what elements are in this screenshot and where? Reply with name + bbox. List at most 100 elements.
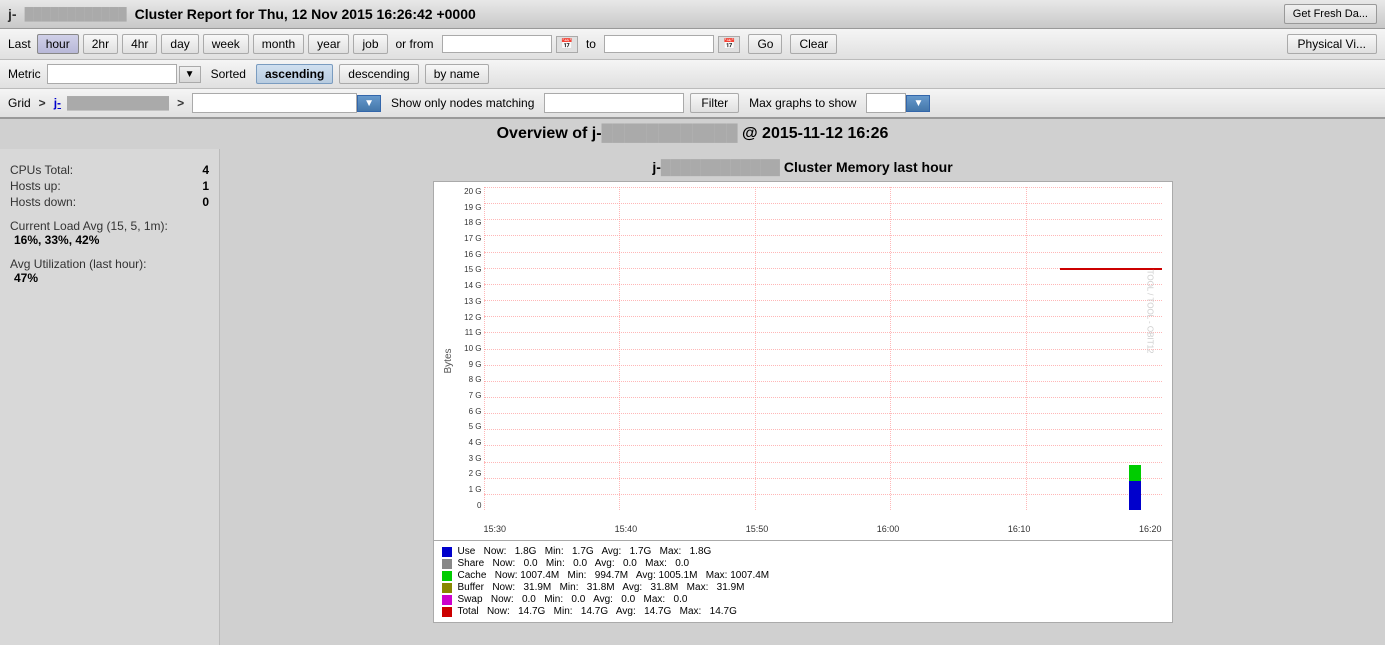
legend-use-text: Use Now: 1.8G Min: 1.7G Avg: 1.7G Max: 1… xyxy=(458,546,712,557)
x-label-1550: 15:50 xyxy=(746,524,769,534)
metric-dropdown-button[interactable]: ▼ xyxy=(179,66,201,83)
legend-swap-text: Swap Now: 0.0 Min: 0.0 Avg: 0.0 Max: 0.0 xyxy=(458,594,688,605)
header: j- ████████████ Cluster Report for Thu, … xyxy=(0,0,1385,29)
sorted-label: Sorted xyxy=(211,67,246,81)
get-fresh-button[interactable]: Get Fresh Da... xyxy=(1284,4,1377,24)
grid-v-1 xyxy=(619,187,620,510)
watermark: TOOL / TOOL - OBIT12 xyxy=(1145,269,1154,353)
chart-title: j-████████████ Cluster Memory last hour xyxy=(652,159,952,175)
to-label: to xyxy=(586,37,596,51)
sort-ascending-button[interactable]: ascending xyxy=(256,64,333,84)
metric-select-wrap: load_one ▼ xyxy=(47,64,201,84)
x-label-1540: 15:40 xyxy=(615,524,638,534)
legend-total-color xyxy=(442,607,452,617)
avg-util-value: 47% xyxy=(10,271,209,285)
toolbar-time: Last hour 2hr 4hr day week month year jo… xyxy=(0,29,1385,60)
legend-share-color xyxy=(442,559,452,569)
legend-swap: Swap Now: 0.0 Min: 0.0 Avg: 0.0 Max: 0.0 xyxy=(442,594,1164,605)
legend-total-text: Total Now: 14.7G Min: 14.7G Avg: 14.7G M… xyxy=(458,606,737,617)
grid-h-11 xyxy=(484,365,1162,366)
max-select-input[interactable]: all xyxy=(866,93,906,113)
grid-label: Grid xyxy=(8,96,31,110)
hosts-up-stat: Hosts up: 1 xyxy=(10,179,209,193)
to-date-input[interactable] xyxy=(604,35,714,53)
max-dropdown-button[interactable]: ▼ xyxy=(906,95,930,112)
filter-input[interactable] xyxy=(544,93,684,113)
stats-panel: CPUs Total: 4 Hosts up: 1 Hosts down: 0 … xyxy=(0,149,220,645)
filter-label: Show only nodes matching xyxy=(391,96,534,110)
time-btn-4hr[interactable]: 4hr xyxy=(122,34,157,54)
time-btn-2hr[interactable]: 2hr xyxy=(83,34,118,54)
avg-util-section: Avg Utilization (last hour): 47% xyxy=(10,257,209,285)
grid-link[interactable]: j- xyxy=(54,96,61,110)
node-select-wrap: --Choose a Node ▼ xyxy=(192,93,381,113)
x-axis: 15:30 15:40 15:50 16:00 16:10 16:20 xyxy=(484,524,1162,534)
or-from-label: or from xyxy=(396,37,434,51)
legend-cache-text: Cache Now: 1007.4M Min: 994.7M Avg: 1005… xyxy=(458,570,770,581)
grid-h-0 xyxy=(484,187,1162,188)
legend-share-text: Share Now: 0.0 Min: 0.0 Avg: 0.0 Max: 0.… xyxy=(458,558,690,569)
logo: j- xyxy=(8,6,17,22)
sort-byname-button[interactable]: by name xyxy=(425,64,489,84)
grid-h-14 xyxy=(484,413,1162,414)
chart-container: Bytes 20 G 19 G 18 G 17 G 16 G 15 G 14 G… xyxy=(433,181,1173,541)
y-axis: 20 G 19 G 18 G 17 G 16 G 15 G 14 G 13 G … xyxy=(434,182,484,510)
bar-cache xyxy=(1129,465,1141,481)
node-select-input[interactable]: --Choose a Node xyxy=(192,93,357,113)
time-btn-week[interactable]: week xyxy=(203,34,249,54)
time-btn-day[interactable]: day xyxy=(161,34,198,54)
overview-header: Overview of j-████████████ @ 2015-11-12 … xyxy=(0,119,1385,149)
legend-buffer-text: Buffer Now: 31.9M Min: 31.8M Avg: 31.8M … xyxy=(458,582,745,593)
grid-v-2 xyxy=(755,187,756,510)
chart-panel: j-████████████ Cluster Memory last hour … xyxy=(220,149,1385,645)
cpus-label: CPUs Total: xyxy=(10,163,73,177)
go-button[interactable]: Go xyxy=(748,34,782,54)
grid-h-3 xyxy=(484,235,1162,236)
time-btn-hour[interactable]: hour xyxy=(37,34,79,54)
legend-total: Total Now: 14.7G Min: 14.7G Avg: 14.7G M… xyxy=(442,606,1164,617)
last-label: Last xyxy=(8,37,31,51)
grid-h-4 xyxy=(484,252,1162,253)
hosts-down-value: 0 xyxy=(202,195,209,209)
sort-descending-button[interactable]: descending xyxy=(339,64,418,84)
from-date-input[interactable] xyxy=(442,35,552,53)
grid-v-0 xyxy=(484,187,485,510)
max-select-wrap: all ▼ xyxy=(866,93,930,113)
max-graphs-label: Max graphs to show xyxy=(749,96,856,110)
legend-use-color xyxy=(442,547,452,557)
node-dropdown-button[interactable]: ▼ xyxy=(357,95,381,112)
x-label-1530: 15:30 xyxy=(484,524,507,534)
clear-button[interactable]: Clear xyxy=(790,34,837,54)
grid-h-15 xyxy=(484,429,1162,430)
legend-use: Use Now: 1.8G Min: 1.7G Avg: 1.7G Max: 1… xyxy=(442,546,1164,557)
page-title: Cluster Report for Thu, 12 Nov 2015 16:2… xyxy=(135,6,1276,22)
legend-share: Share Now: 0.0 Min: 0.0 Avg: 0.0 Max: 0.… xyxy=(442,558,1164,569)
physical-view-button[interactable]: Physical Vi... xyxy=(1287,34,1377,54)
metric-label: Metric xyxy=(8,67,41,81)
grid-h-2 xyxy=(484,219,1162,220)
hosts-up-value: 1 xyxy=(202,179,209,193)
time-btn-job[interactable]: job xyxy=(353,34,387,54)
time-btn-year[interactable]: year xyxy=(308,34,349,54)
legend-cache-color xyxy=(442,571,452,581)
overview-title-text: Overview of j-████████████ @ 2015-11-12 … xyxy=(497,125,889,142)
metric-input[interactable]: load_one xyxy=(47,64,177,84)
grid-h-1 xyxy=(484,203,1162,204)
from-calendar-button[interactable]: 📅 xyxy=(556,36,578,53)
chart-area: TOOL / TOOL - OBIT12 xyxy=(484,187,1162,510)
grid-h-8 xyxy=(484,316,1162,317)
grid-h-7 xyxy=(484,300,1162,301)
x-label-1620: 16:20 xyxy=(1139,524,1162,534)
legend-buffer-color xyxy=(442,583,452,593)
toolbar-grid: Grid > j- ████████████ > --Choose a Node… xyxy=(0,89,1385,119)
grid-link-blurred: ████████████ xyxy=(67,96,169,110)
avg-util-label: Avg Utilization (last hour): xyxy=(10,257,209,271)
filter-button[interactable]: Filter xyxy=(690,93,739,113)
grid-h-9 xyxy=(484,332,1162,333)
grid-h-17 xyxy=(484,462,1162,463)
legend-buffer: Buffer Now: 31.9M Min: 31.8M Avg: 31.8M … xyxy=(442,582,1164,593)
grid-h-13 xyxy=(484,397,1162,398)
time-btn-month[interactable]: month xyxy=(253,34,304,54)
cpus-stat: CPUs Total: 4 xyxy=(10,163,209,177)
to-calendar-button[interactable]: 📅 xyxy=(718,36,740,53)
